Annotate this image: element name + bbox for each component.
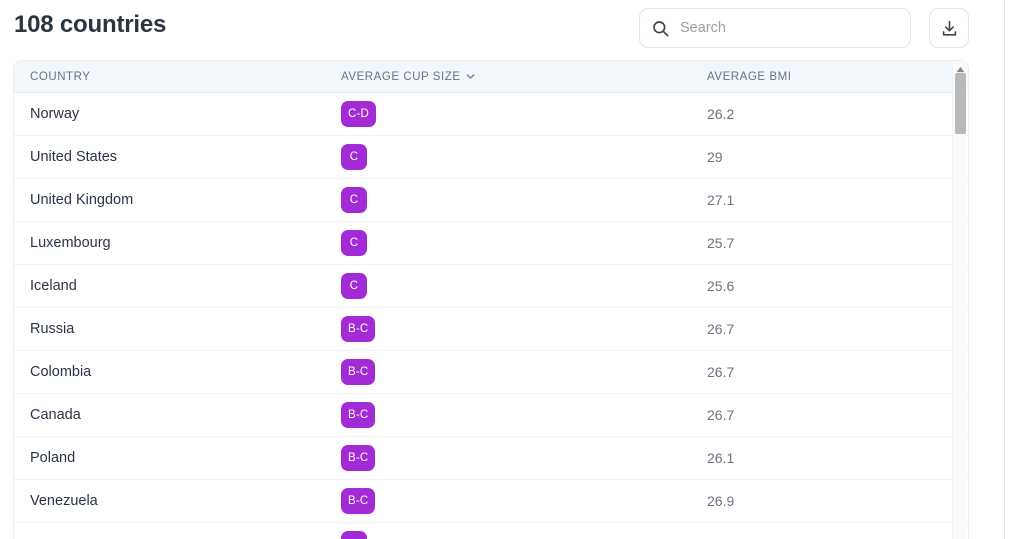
cell-country: Poland: [30, 450, 76, 466]
search-input[interactable]: [680, 17, 890, 39]
cell-bmi: 25.7: [707, 235, 735, 251]
table-row[interactable]: Colombia B-C 26.7: [14, 351, 968, 394]
cell-cup-size: C: [341, 273, 707, 299]
cell-cup-size: C: [341, 187, 707, 213]
table-scrollbar[interactable]: [952, 61, 967, 539]
page-title: 108 countries: [14, 11, 167, 38]
data-table: COUNTRY AVERAGE CUP SIZE AVERAGE BMI Nor…: [14, 61, 968, 539]
page-divider: [1004, 0, 1005, 539]
cell-bmi: 25.6: [707, 278, 735, 294]
cup-size-badge: B-C: [341, 488, 376, 514]
toolbar: 108 countries: [0, 0, 990, 56]
table-row[interactable]: United States C 29: [14, 136, 968, 179]
cell-cup-size: C-D: [341, 101, 707, 127]
table-row[interactable]: Canada B-C 26.7: [14, 394, 968, 437]
table-row[interactable]: Luxembourg C 25.7: [14, 222, 968, 265]
cell-bmi: 26.2: [707, 106, 735, 122]
table-row[interactable]: Poland B-C 26.1: [14, 437, 968, 480]
cup-size-badge: C: [341, 273, 367, 299]
cell-country: United Kingdom: [30, 192, 134, 208]
download-button[interactable]: [929, 8, 969, 48]
cup-size-badge: C: [341, 187, 367, 213]
cup-size-badge: B-C: [341, 359, 376, 385]
cell-cup-size: C: [341, 144, 707, 170]
table-header-row: COUNTRY AVERAGE CUP SIZE AVERAGE BMI: [14, 61, 968, 93]
cell-cup-size: [341, 531, 707, 539]
cup-size-badge: C: [341, 144, 367, 170]
cup-size-badge: [341, 531, 367, 539]
chevron-down-icon: [465, 71, 476, 82]
column-header-bmi-label: AVERAGE BMI: [707, 70, 792, 83]
cell-cup-size: C: [341, 230, 707, 256]
cell-country: Canada: [30, 407, 81, 423]
scrollbar-thumb[interactable]: [955, 73, 966, 134]
table-row[interactable]: Russia B-C 26.7: [14, 308, 968, 351]
table-row[interactable]: Venezuela B-C 26.9: [14, 480, 968, 523]
column-header-bmi[interactable]: AVERAGE BMI: [707, 71, 968, 83]
table-row[interactable]: Norway C-D 26.2: [14, 93, 968, 136]
cell-bmi: 26.1: [707, 450, 735, 466]
cup-size-badge: B-C: [341, 445, 376, 471]
cell-bmi: 26.7: [707, 321, 735, 337]
cup-size-badge: C: [341, 230, 367, 256]
cell-cup-size: B-C: [341, 316, 707, 342]
search-icon: [651, 19, 670, 38]
cell-cup-size: B-C: [341, 488, 707, 514]
cell-cup-size: B-C: [341, 359, 707, 385]
cell-country: Venezuela: [30, 493, 98, 509]
cup-size-badge: B-C: [341, 316, 376, 342]
cell-bmi: 26.7: [707, 407, 735, 423]
cell-country: Colombia: [30, 364, 92, 380]
cell-cup-size: B-C: [341, 445, 707, 471]
cell-country: United States: [30, 149, 118, 165]
column-header-country-label: COUNTRY: [30, 70, 91, 83]
page-root: 108 countries COUNTRY: [0, 0, 1024, 539]
cell-bmi: 29: [707, 149, 723, 165]
column-header-cup-size-label: AVERAGE CUP SIZE: [341, 70, 461, 83]
cell-country: Luxembourg: [30, 235, 111, 251]
table-row[interactable]: [14, 523, 968, 539]
cup-size-badge: B-C: [341, 402, 376, 428]
cell-bmi: 26.7: [707, 364, 735, 380]
table-row[interactable]: Iceland C 25.6: [14, 265, 968, 308]
column-header-country[interactable]: COUNTRY: [14, 71, 341, 83]
cell-bmi: 27.1: [707, 192, 735, 208]
cell-country: Russia: [30, 321, 75, 337]
cell-country: Iceland: [30, 278, 77, 294]
cell-country: Norway: [30, 106, 80, 122]
table-row[interactable]: United Kingdom C 27.1: [14, 179, 968, 222]
cell-cup-size: B-C: [341, 402, 707, 428]
table-body: Norway C-D 26.2 United States C 29 Unite…: [14, 93, 968, 539]
download-icon: [940, 19, 959, 38]
search-box[interactable]: [639, 8, 911, 48]
cell-bmi: 26.9: [707, 493, 735, 509]
cup-size-badge: C-D: [341, 101, 377, 127]
column-header-cup-size[interactable]: AVERAGE CUP SIZE: [341, 71, 707, 83]
